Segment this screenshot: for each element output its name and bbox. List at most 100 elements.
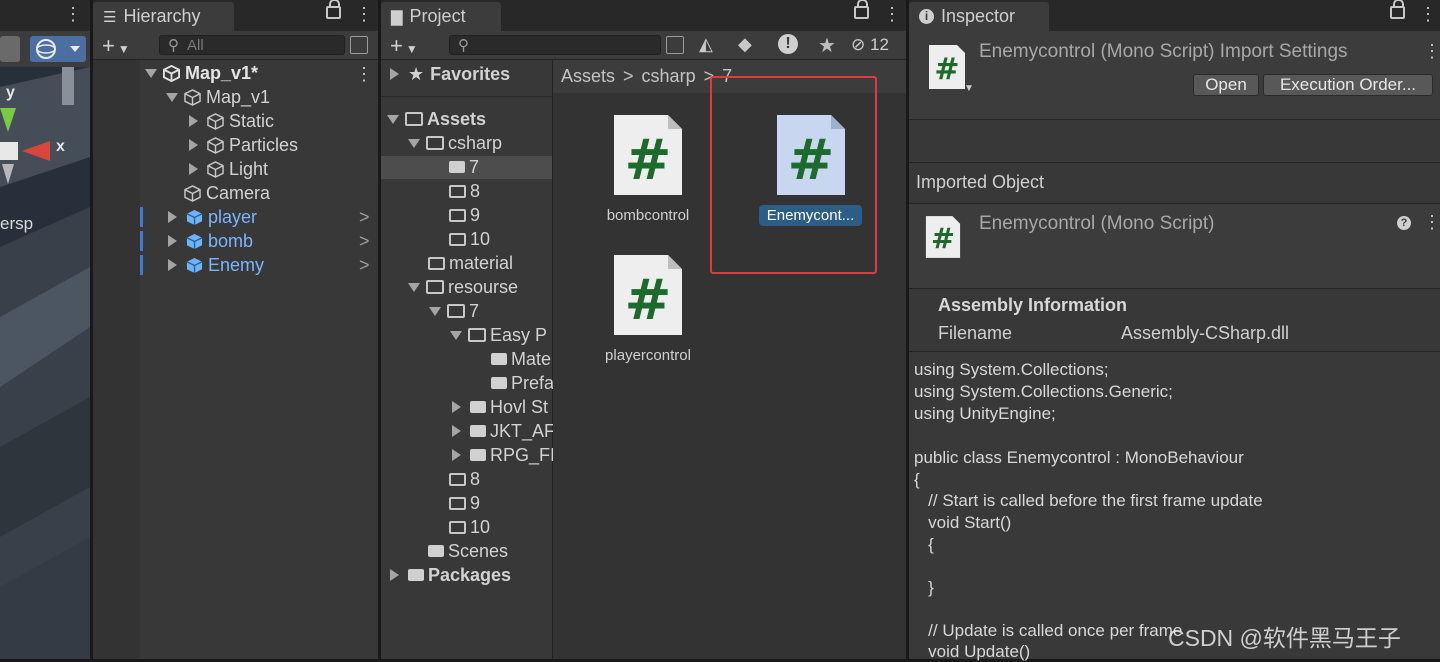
create-button[interactable]: + ▼ [102,33,130,59]
lock-icon[interactable] [326,0,341,19]
gizmo-toggle-button[interactable] [30,36,86,62]
folder-icon [491,353,507,365]
header-dropdown-icon[interactable]: ▼ [964,83,974,94]
folder-row[interactable]: Prefa [491,371,554,395]
open-button[interactable]: Open [1193,74,1259,96]
scene-root-row[interactable]: Map_v1* [145,61,258,85]
hierarchy-item[interactable]: player [165,205,257,229]
chevron-right-icon[interactable]: > [359,255,370,276]
folder-label: material [449,252,514,273]
breadcrumb-item[interactable]: csharp [642,66,696,87]
hierarchy-item[interactable]: Map_v1 [166,85,270,109]
svg-text:#: # [625,128,672,193]
folder-icon [428,545,444,557]
code-line: public class Enemycontrol : MonoBehaviou… [914,448,1244,467]
project-search-input[interactable]: ⚲ [449,35,661,55]
help-icon[interactable]: ? [1397,216,1411,230]
watermark: CSDN @软件黑马王子 [1168,625,1401,651]
folder-row[interactable]: resourse [408,275,518,299]
favorites-row[interactable]: ★ Favorites [387,62,510,86]
asset-item[interactable]: # playercontrol [583,253,713,373]
open-folder-icon [468,328,486,342]
folder-row[interactable]: 9 [449,203,480,227]
folder-icon: ▇ [391,8,403,26]
folder-row[interactable]: 9 [449,491,480,515]
project-tab-label: Project [409,6,466,26]
lock-icon[interactable] [854,0,869,19]
search-mode-icon[interactable] [350,36,368,54]
hierarchy-menu-icon[interactable]: ⋮ [355,4,373,25]
project-menu-icon[interactable]: ⋮ [883,4,901,25]
inspector-menu-icon[interactable]: ⋮ [1419,4,1437,25]
search-mode-icon[interactable] [666,36,684,54]
header-menu-icon[interactable]: ⋮ [1423,41,1440,62]
folder-row[interactable]: Scenes [428,539,508,563]
scene-name: Map_v1* [185,62,259,83]
hierarchy-item[interactable]: Enemy [165,253,264,277]
execution-order-button[interactable]: Execution Order... [1263,74,1433,96]
object-menu-icon[interactable]: ⋮ [1423,212,1440,233]
assembly-header: Assembly Information [938,295,1128,315]
filter-by-label-icon[interactable]: ◆ [738,34,752,55]
folder-row[interactable]: Mate [491,347,551,371]
hierarchy-item[interactable]: Camera [184,181,270,205]
favorite-star-icon[interactable]: ★ [818,33,836,58]
eye-slash-icon: ⊘ [851,35,866,54]
hierarchy-search-input[interactable]: ⚲ All [159,35,345,55]
folder-label: csharp [448,132,503,153]
tab-inspector[interactable]: i Inspector [909,2,1049,31]
folder-row[interactable]: 8 [449,179,480,203]
folder-row[interactable]: RPG_FI [449,443,555,467]
folder-row[interactable]: material [428,251,513,275]
tab-hierarchy[interactable]: ☰ Hierarchy [93,2,234,31]
search-icon: ⚲ [458,37,469,54]
folder-row[interactable]: Hovl St [449,395,548,419]
lock-icon[interactable] [1390,0,1405,19]
folder-row[interactable]: 10 [449,515,490,539]
folder-icon [491,377,507,389]
hierarchy-item-label: Map_v1 [206,86,271,107]
chevron-right-icon[interactable]: > [359,231,370,252]
breadcrumb-item[interactable]: Assets [561,66,615,87]
svg-text:#: # [931,222,955,255]
folder-row[interactable]: 10 [449,227,490,251]
code-line: { [914,470,920,489]
hierarchy-item-label: Light [229,158,269,179]
code-line: { [914,535,934,554]
hidden-packages-toggle[interactable]: ⊘ 12 [851,35,889,55]
gameobject-icon [184,88,201,106]
hierarchy-item-label: player [208,206,258,227]
folder-icon [470,425,486,437]
hierarchy-item[interactable]: Particles [186,133,298,157]
chevron-right-icon[interactable]: > [359,207,370,228]
hierarchy-item[interactable]: Light [186,157,268,181]
tab-project[interactable]: ▇ Project [381,2,501,31]
scene-menu-icon[interactable]: ⋮ [64,4,82,25]
hierarchy-item[interactable]: Static [186,109,274,133]
folder-icon [449,161,465,173]
create-asset-button[interactable]: + ▼ [390,33,418,59]
folder-row[interactable]: 7 [449,155,479,179]
scene-row-menu-icon[interactable]: ⋮ [355,64,373,85]
breadcrumb-separator-icon: > [623,66,634,86]
folder-row[interactable]: 8 [449,467,480,491]
folder-row[interactable]: csharp [408,131,502,155]
persp-label[interactable]: ersp [0,214,33,234]
folder-label: JKT_AF [490,420,556,441]
folder-row[interactable]: 7 [429,299,479,323]
filter-by-type-icon[interactable]: ◭ [699,34,713,55]
asset-item[interactable]: # bombcontrol [583,113,713,233]
scene-view[interactable]: ⋮ y x ersp [0,0,90,659]
scene-gizmo-icon[interactable] [0,104,90,188]
hierarchy-item[interactable]: bomb [165,229,253,253]
inspector-header: # ▼ Enemycontrol (Mono Script) Import Se… [909,31,1440,120]
gizmo-dropdown[interactable] [0,36,20,62]
console-issues-icon[interactable]: ! [778,34,798,54]
folder-row[interactable]: Assets [387,107,486,131]
folder-row[interactable]: JKT_AF [449,419,555,443]
folder-row[interactable]: Packages [387,563,511,587]
folder-row[interactable]: Easy P [450,323,547,347]
inspector-tab-label: Inspector [941,6,1016,26]
folder-icon [408,569,424,581]
gameobject-icon [184,184,201,202]
